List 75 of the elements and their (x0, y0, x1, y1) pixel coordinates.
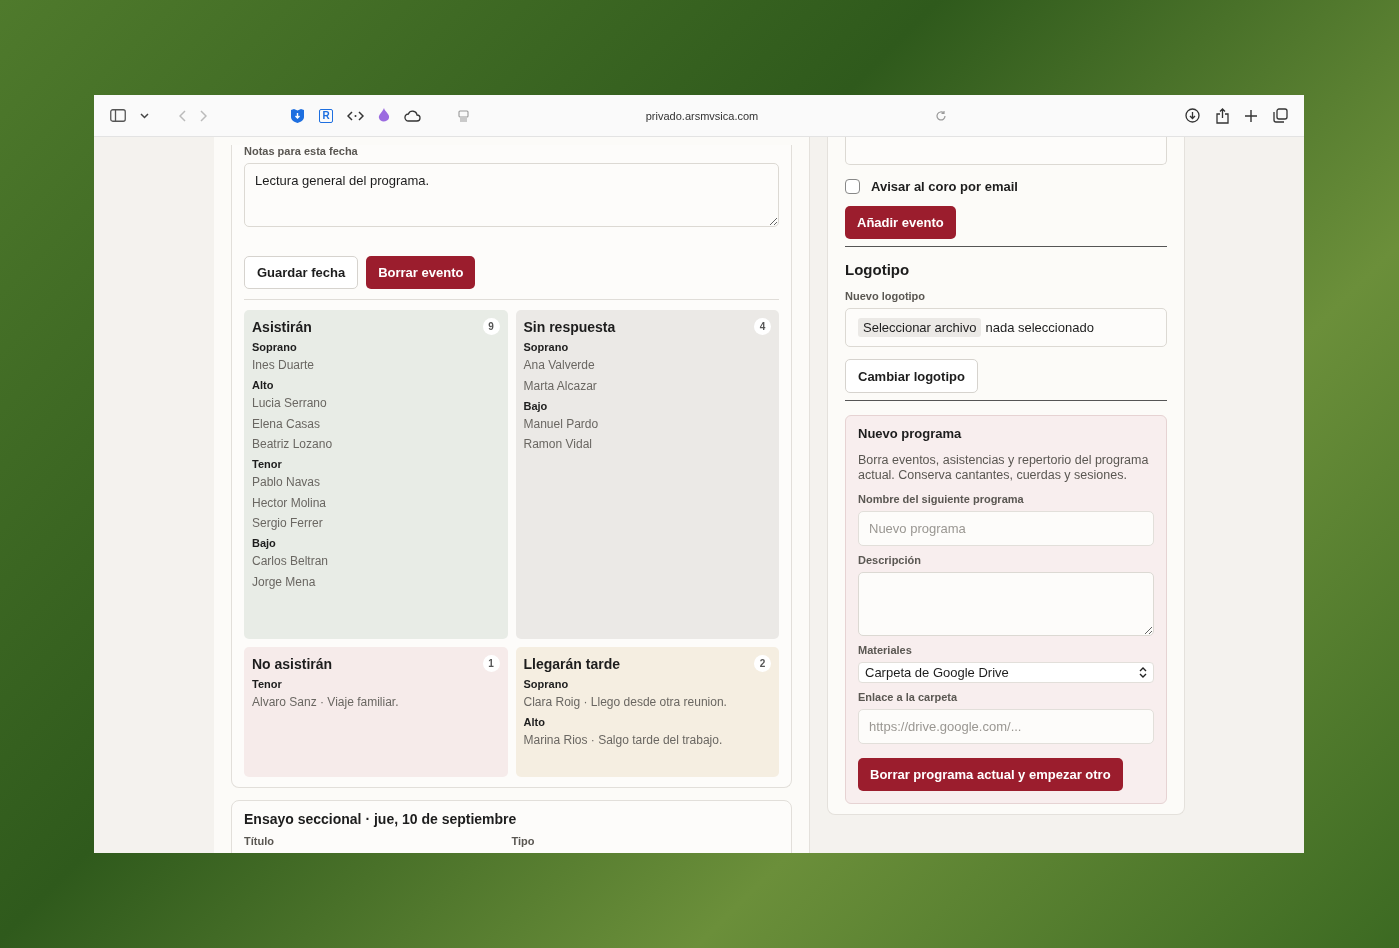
field-label: Nombre del siguiente programa (858, 493, 1025, 505)
cloud-icon[interactable] (404, 109, 421, 122)
action-button[interactable]: Borrar evento (366, 256, 476, 289)
singer-name: Beatriz Lozano (252, 437, 334, 452)
reset-program-button[interactable]: Borrar programa actual y empezar otro (858, 758, 1123, 791)
shield-icon[interactable] (290, 108, 305, 123)
singer-name: Alvaro Sanz · Viaje familiar. (252, 695, 400, 710)
singer-name: Pablo Navas (252, 475, 322, 490)
download-icon[interactable] (1185, 108, 1200, 123)
share-icon[interactable] (1216, 107, 1229, 124)
action-button[interactable]: Guardar fecha (244, 256, 359, 289)
field-label: Materiales (858, 644, 913, 656)
singer-name: Elena Casas (252, 416, 322, 432)
singer-name: Jorge Mena (252, 574, 317, 590)
field-label: Título (244, 835, 275, 847)
group-title: Llegarán tarde (523, 655, 620, 672)
reload-icon[interactable] (935, 109, 947, 122)
code-icon[interactable] (347, 110, 364, 121)
extension-badge[interactable]: R (319, 108, 333, 123)
file-field[interactable]: Seleccionar archivo nada seleccionado (845, 308, 1167, 347)
singer-name: Lucia Serrano (252, 396, 328, 411)
voice-heading: Soprano (523, 341, 570, 353)
description-text: Borra eventos, asistencias y repertorio del programa actual. Conserva cantantes, cuerdas y sesiones. (858, 453, 1150, 483)
count-badge: 9 (482, 318, 500, 335)
notes-field[interactable]: Lectura general del programa. (244, 163, 779, 227)
checkbox[interactable] (845, 179, 860, 194)
sidebar-icon[interactable] (110, 109, 126, 122)
chevron-down-icon[interactable] (140, 112, 149, 119)
url-text: privado.arsmvsica.com (645, 109, 759, 122)
input-field[interactable]: Nuevo programa (858, 511, 1154, 546)
singer-name: Marina Rios · Salgo tarde del trabajo. (523, 733, 724, 748)
address-bar[interactable]: privado.arsmvsica.com (450, 109, 955, 122)
singer-name: Ines Duarte (252, 358, 316, 373)
field-label: Enlace a la carpeta (858, 691, 959, 703)
text-field[interactable] (845, 137, 1167, 165)
materials-select[interactable]: Carpeta de Google Drive (858, 662, 1154, 683)
singer-name: Sergio Ferrer (252, 516, 324, 531)
field-label: Tipo (511, 835, 536, 847)
event-title: Ensayo seccional · jue, 10 de septiembre (244, 811, 518, 827)
singer-name: Marta Alcazar (523, 378, 598, 394)
singer-name: Carlos Beltran (252, 554, 330, 569)
voice-heading: Soprano (523, 678, 570, 690)
updown-icon (1139, 667, 1147, 678)
input-field[interactable]: https://drive.google.com/... (858, 709, 1154, 744)
singer-name: Ramon Vidal (523, 437, 593, 452)
voice-heading: Alto (252, 379, 275, 391)
field-label: Notas para esta fecha (244, 145, 359, 157)
singer-name: Clara Roig · Llego desde otra reunion. (523, 695, 728, 710)
choose-file-button[interactable]: Seleccionar archivo (858, 318, 982, 337)
section-heading: Logotipo (845, 261, 911, 278)
group-title: Sin respuesta (523, 318, 616, 335)
field-label: Nuevo logotipo (845, 290, 927, 302)
field-label: Descripción (858, 554, 922, 566)
change-logo-button[interactable]: Cambiar logotipo (845, 359, 978, 393)
voice-heading: Tenor (252, 458, 283, 470)
count-badge: 1 (482, 655, 500, 672)
count-badge: 2 (754, 655, 771, 672)
panel-title: Nuevo programa (858, 426, 963, 441)
plus-icon[interactable] (1245, 109, 1257, 122)
group-title: No asistirán (252, 655, 333, 672)
singer-name: Hector Molina (252, 495, 328, 511)
voice-heading: Tenor (252, 678, 283, 690)
voice-heading: Bajo (523, 399, 549, 412)
group-title: Asistirán (252, 318, 312, 335)
file-status: nada seleccionado (985, 320, 1094, 335)
singer-name: Ana Valverde (523, 358, 596, 373)
singer-name: Manuel Pardo (523, 416, 600, 432)
tabs-icon[interactable] (1273, 108, 1288, 123)
description-field[interactable] (858, 572, 1154, 636)
count-badge: 4 (754, 318, 771, 335)
voice-heading: Alto (523, 716, 546, 728)
voice-heading: Bajo (252, 537, 277, 549)
voice-heading: Soprano (252, 341, 298, 353)
add-event-button[interactable]: Añadir evento (845, 206, 956, 239)
checkbox-label: Avisar al coro por email (871, 179, 1018, 194)
